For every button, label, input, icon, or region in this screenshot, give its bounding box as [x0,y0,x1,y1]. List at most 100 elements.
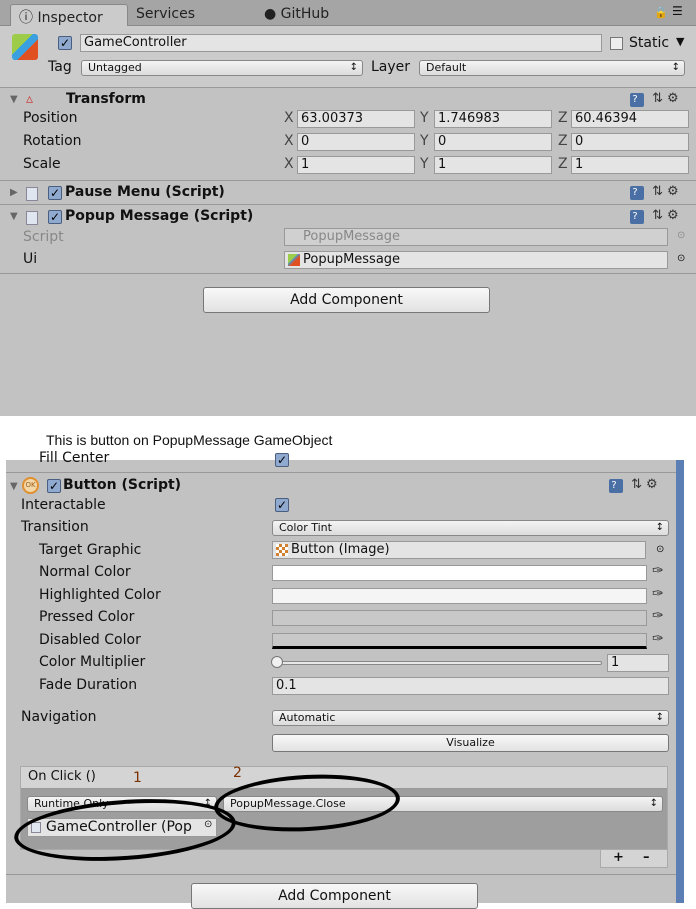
visualize-button[interactable]: Visualize [272,734,669,752]
eyedropper-icon[interactable]: ✑ [652,608,664,624]
foldout-arrow-icon[interactable]: ▼ [10,481,18,492]
gear-icon[interactable]: ⚙ [667,208,683,223]
menu-icon[interactable]: ☰ [672,4,683,18]
object-picker-icon[interactable]: ⊙ [656,544,664,555]
z-axis-label: Z [558,110,568,126]
scale-x-input[interactable]: 1 [297,156,415,174]
button-script-title: Button (Script) [63,477,182,493]
object-name-input[interactable]: GameController [80,34,602,52]
highlighted-color-swatch[interactable] [272,588,647,604]
static-dropdown-icon[interactable]: ▼ [676,35,684,48]
tab-services[interactable]: Services [128,4,203,26]
pause-menu-enabled-checkbox[interactable]: ✓ [48,186,62,200]
tab-inspector[interactable]: ⓘ Inspector [10,4,128,26]
component-actions: ? ⇅⚙ [630,91,683,107]
caption: This is button on PopupMessage GameObjec… [46,432,333,448]
add-component-button[interactable]: Add Component [203,287,490,313]
add-listener-button[interactable]: + [613,850,624,865]
preset-icon[interactable]: ⇅ [652,184,667,199]
scrollbar[interactable] [676,460,684,903]
preset-icon[interactable]: ⇅ [652,91,667,106]
tag-dropdown[interactable]: Untagged [81,60,363,76]
foldout-arrow-icon[interactable]: ▼ [10,94,18,105]
rotation-x-input[interactable]: 0 [297,133,415,151]
highlighted-color-label: Highlighted Color [39,587,161,603]
ui-value: PopupMessage [303,252,401,267]
disabled-color-swatch[interactable] [272,633,647,649]
scale-y-input[interactable]: 1 [434,156,552,174]
gear-icon[interactable]: ⚙ [667,184,683,199]
color-multiplier-slider-track[interactable] [276,661,602,665]
transform-title: Transform [66,91,146,107]
help-icon[interactable]: ? [630,186,644,200]
transition-label: Transition [21,519,89,535]
image-icon [276,544,288,556]
foldout-arrow-icon[interactable]: ▼ [10,211,18,222]
preset-icon[interactable]: ⇅ [631,477,646,492]
component-actions: ? ⇅⚙ [609,477,662,493]
layer-dropdown[interactable]: Default [419,60,685,76]
interactable-checkbox[interactable]: ✓ [275,498,289,512]
ui-field[interactable]: PopupMessage [284,251,668,269]
script-field: PopupMessage [284,228,668,246]
target-graphic-field[interactable]: Button (Image) [272,541,646,559]
x-axis-label: X [284,110,294,126]
static-label: Static [629,35,670,51]
tag-label: Tag [48,59,72,75]
tab-github[interactable]: ● GitHub [256,4,337,26]
popup-message-enabled-checkbox[interactable]: ✓ [48,210,62,224]
button-enabled-checkbox[interactable]: ✓ [47,479,61,493]
fade-duration-label: Fade Duration [39,677,138,693]
annotation-number-2: 2 [233,765,242,781]
y-axis-label: Y [420,156,429,172]
pressed-color-label: Pressed Color [39,609,135,625]
disabled-color-label: Disabled Color [39,632,141,648]
scale-z-input[interactable]: 1 [571,156,689,174]
help-icon[interactable]: ? [630,210,644,224]
object-picker-icon[interactable]: ⊙ [677,253,685,264]
rotation-label: Rotation [23,133,82,149]
eyedropper-icon[interactable]: ✑ [652,563,664,579]
github-icon: ● [264,6,277,22]
gameobject-cube-icon [288,254,300,266]
component-actions: ? ⇅⚙ [630,184,683,200]
transition-dropdown[interactable]: Color Tint [272,520,669,536]
eyedropper-icon[interactable]: ✑ [652,631,664,647]
remove-listener-button[interactable]: – [643,850,650,865]
lock-icon[interactable]: 🔒 [654,6,668,19]
fade-duration-input[interactable]: 0.1 [272,677,669,695]
rotation-z-input[interactable]: 0 [571,133,689,151]
add-component-button[interactable]: Add Component [191,883,478,909]
position-x-input[interactable]: 63.00373 [297,110,415,128]
normal-color-swatch[interactable] [272,565,647,581]
eyedropper-icon[interactable]: ✑ [652,586,664,602]
pressed-color-swatch[interactable] [272,610,647,626]
help-icon[interactable]: ? [630,93,644,107]
foldout-arrow-icon[interactable]: ▶ [10,187,18,198]
active-checkbox[interactable]: ✓ [58,36,72,50]
rotation-y-input[interactable]: 0 [434,133,552,151]
divider [0,273,696,274]
annotation-number-1: 1 [133,770,142,786]
gear-icon[interactable]: ⚙ [646,477,662,492]
static-checkbox[interactable] [610,37,623,50]
tab-label: Inspector [37,10,103,26]
help-icon[interactable]: ? [609,479,623,493]
target-graphic-value: Button (Image) [291,542,390,557]
gameobject-cube-icon [12,34,38,60]
fill-center-checkbox[interactable]: ✓ [275,453,289,467]
object-header: ✓ GameController Static ▼ Tag Untagged L… [0,26,696,88]
color-multiplier-input[interactable]: 1 [607,654,669,672]
position-y-input[interactable]: 1.746983 [434,110,552,128]
script-value: PopupMessage [303,229,401,244]
navigation-dropdown[interactable]: Automatic [272,710,669,726]
preset-icon[interactable]: ⇅ [652,208,667,223]
object-picker-icon[interactable]: ⊙ [677,230,685,241]
x-axis-label: X [284,133,294,149]
gear-icon[interactable]: ⚙ [667,91,683,106]
position-z-input[interactable]: 60.46394 [571,110,689,128]
y-axis-label: Y [420,133,429,149]
inspector-panel: ⓘ Inspector Services ● GitHub 🔒 ☰ ✓ Game… [0,0,696,416]
z-axis-label: Z [558,156,568,172]
color-multiplier-slider-thumb[interactable] [271,656,283,668]
